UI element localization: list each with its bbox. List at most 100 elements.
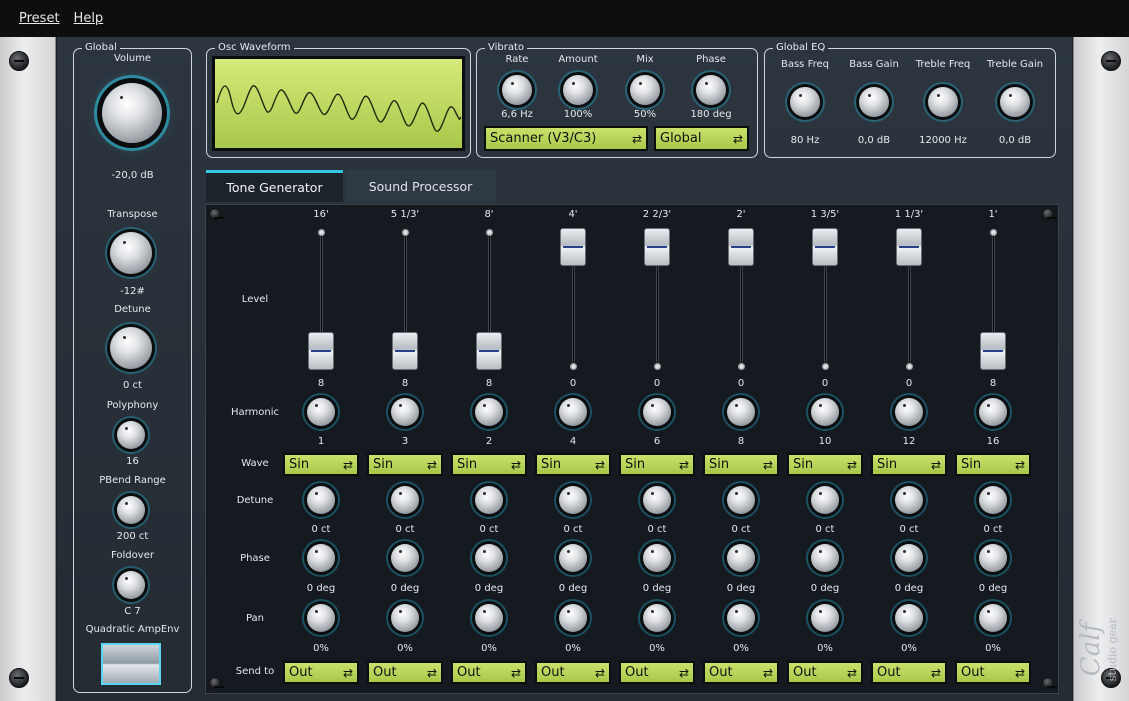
pbend-knob[interactable]: [117, 496, 145, 524]
drawbar-fader[interactable]: [812, 228, 838, 266]
phase-knob[interactable]: [475, 544, 503, 572]
tab-sound-processor[interactable]: Sound Processor: [345, 170, 496, 202]
volume-knob[interactable]: [102, 83, 162, 143]
pbend-label: PBend Range: [99, 475, 166, 486]
phase-knob[interactable]: [727, 544, 755, 572]
phase-value: 0 deg: [558, 583, 588, 594]
pan-knob[interactable]: [307, 604, 335, 632]
phase-knob[interactable]: [643, 544, 671, 572]
harmonic-knob[interactable]: [475, 398, 503, 426]
wave-select[interactable]: Sin ⇄: [955, 453, 1031, 476]
ampenv-toggle[interactable]: [101, 643, 161, 685]
wave-select[interactable]: Sin ⇄: [619, 453, 695, 476]
wave-select[interactable]: Sin ⇄: [787, 453, 863, 476]
wave-select[interactable]: Sin ⇄: [367, 453, 443, 476]
eq-treble-gain-knob[interactable]: [1000, 87, 1030, 117]
plugin-panel: Global Volume -20,0 dB Transpose -12# De…: [57, 37, 1072, 701]
foldover-knob[interactable]: [117, 571, 145, 599]
drawbar-fader[interactable]: [476, 332, 502, 370]
send-to-select[interactable]: Out ⇄: [367, 661, 443, 684]
detune-knob[interactable]: [391, 486, 419, 514]
vibrato-rate-knob[interactable]: [502, 75, 532, 105]
pan-knob[interactable]: [895, 604, 923, 632]
send-to-select[interactable]: Out ⇄: [787, 661, 863, 684]
vibrato-amount-knob[interactable]: [563, 75, 593, 105]
detune-knob[interactable]: [643, 486, 671, 514]
detune-knob[interactable]: [979, 486, 1007, 514]
phase-knob[interactable]: [895, 544, 923, 572]
wave-select[interactable]: Sin ⇄: [535, 453, 611, 476]
drawbar-fader[interactable]: [896, 228, 922, 266]
harmonic-knob[interactable]: [979, 398, 1007, 426]
level-value: 8: [317, 378, 325, 389]
detune-knob[interactable]: [811, 486, 839, 514]
detune-knob[interactable]: [307, 486, 335, 514]
pan-knob[interactable]: [559, 604, 587, 632]
send-to-value: Out: [457, 665, 481, 680]
transpose-knob[interactable]: [110, 232, 152, 274]
phase-knob[interactable]: [307, 544, 335, 572]
detune-knob[interactable]: [727, 486, 755, 514]
harmonic-knob[interactable]: [391, 398, 419, 426]
harmonic-knob[interactable]: [307, 398, 335, 426]
pan-knob[interactable]: [391, 604, 419, 632]
vibrato-scope-select[interactable]: Global ⇄: [654, 126, 749, 151]
detune-knob[interactable]: [559, 486, 587, 514]
phase-knob[interactable]: [979, 544, 1007, 572]
wave-select[interactable]: Sin ⇄: [703, 453, 779, 476]
wave-select[interactable]: Sin ⇄: [283, 453, 359, 476]
tab-tone-generator[interactable]: Tone Generator: [206, 170, 343, 202]
phase-knob[interactable]: [811, 544, 839, 572]
vibrato-phase-knob[interactable]: [696, 75, 726, 105]
detune-knob[interactable]: [895, 486, 923, 514]
harmonic-knob[interactable]: [643, 398, 671, 426]
eq-bass-freq-knob[interactable]: [790, 87, 820, 117]
phase-knob[interactable]: [391, 544, 419, 572]
swap-arrows-icon: ⇄: [1014, 457, 1025, 472]
harmonic-knob[interactable]: [727, 398, 755, 426]
send-to-select[interactable]: Out ⇄: [535, 661, 611, 684]
detune-knob[interactable]: [475, 486, 503, 514]
wave-select[interactable]: Sin ⇄: [871, 453, 947, 476]
pan-knob[interactable]: [727, 604, 755, 632]
send-to-select[interactable]: Out ⇄: [619, 661, 695, 684]
send-to-select[interactable]: Out ⇄: [955, 661, 1031, 684]
pan-value: 0%: [313, 643, 329, 654]
pan-knob[interactable]: [643, 604, 671, 632]
send-to-select[interactable]: Out ⇄: [451, 661, 527, 684]
volume-value: -20,0 dB: [111, 170, 154, 181]
vibrato-mix-knob[interactable]: [630, 75, 660, 105]
harmonic-knob[interactable]: [895, 398, 923, 426]
menu-help[interactable]: Help: [74, 11, 104, 26]
pan-knob[interactable]: [475, 604, 503, 632]
level-value: 8: [989, 378, 997, 389]
drawbar-fader[interactable]: [392, 332, 418, 370]
pan-knob[interactable]: [979, 604, 1007, 632]
send-to-select[interactable]: Out ⇄: [871, 661, 947, 684]
phase-knob[interactable]: [559, 544, 587, 572]
send-to-value: Out: [289, 665, 313, 680]
vibrato-mode-select[interactable]: Scanner (V3/C3) ⇄: [484, 126, 648, 151]
drawbar-fader[interactable]: [308, 332, 334, 370]
pan-knob[interactable]: [811, 604, 839, 632]
drawbar-fader[interactable]: [560, 228, 586, 266]
drawbar-fader[interactable]: [980, 332, 1006, 370]
screw-icon: [209, 208, 224, 220]
harmonic-knob[interactable]: [811, 398, 839, 426]
menu-preset[interactable]: Preset: [19, 11, 60, 26]
eq-bass-gain-knob[interactable]: [859, 87, 889, 117]
vibrato-mode-value: Scanner (V3/C3): [490, 131, 597, 146]
send-to-select[interactable]: Out ⇄: [283, 661, 359, 684]
detune-value: 0 ct: [647, 524, 667, 535]
swap-arrows-icon: ⇄: [678, 457, 689, 472]
eq-treble-freq-knob[interactable]: [928, 87, 958, 117]
drawbar-fader[interactable]: [728, 228, 754, 266]
polyphony-knob[interactable]: [117, 421, 145, 449]
send-to-select[interactable]: Out ⇄: [703, 661, 779, 684]
harmonic-value: 12: [902, 436, 916, 447]
global-detune-knob[interactable]: [110, 327, 152, 369]
phase-value: 0 deg: [894, 583, 924, 594]
harmonic-knob[interactable]: [559, 398, 587, 426]
drawbar-fader[interactable]: [644, 228, 670, 266]
wave-select[interactable]: Sin ⇄: [451, 453, 527, 476]
